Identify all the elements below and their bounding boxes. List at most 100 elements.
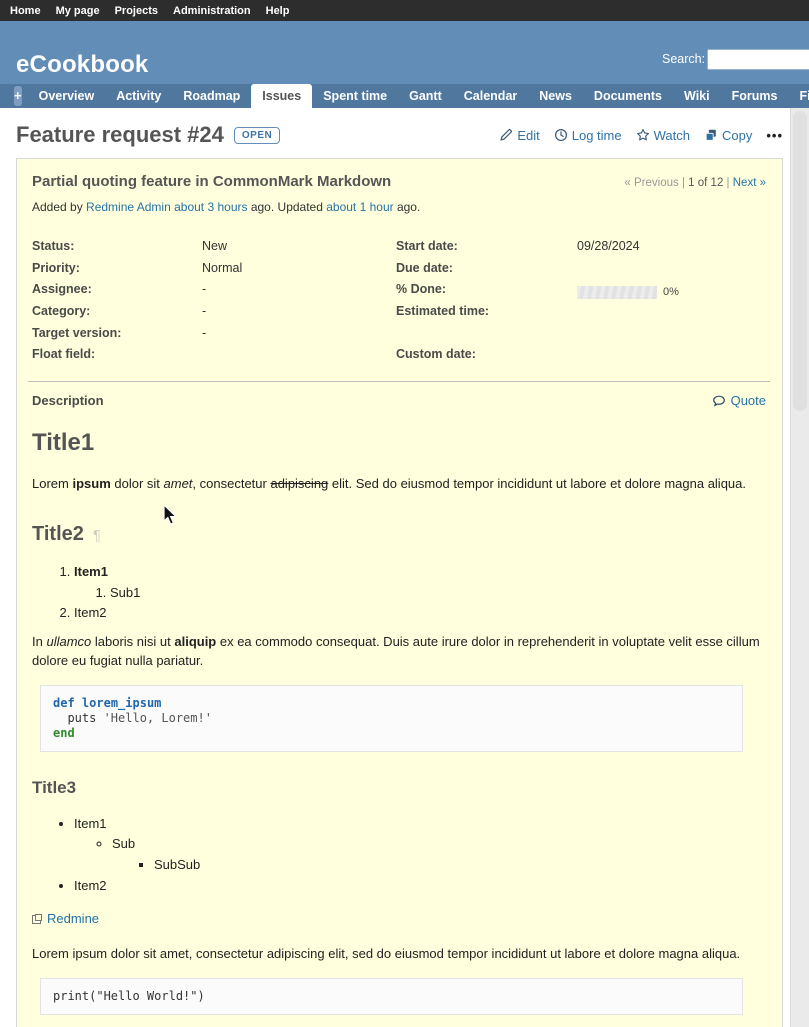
- tab-calendar[interactable]: Calendar: [453, 84, 529, 108]
- list-item: Item2: [74, 604, 766, 623]
- progress-bar: [577, 286, 657, 299]
- start-date-value: 09/28/2024: [577, 238, 766, 260]
- quote-button[interactable]: Quote: [712, 393, 766, 408]
- project-header: eCookbook Search:: [0, 21, 809, 84]
- copy-label: Copy: [722, 128, 752, 143]
- issue-title: Feature request #24: [16, 122, 224, 148]
- tab-news[interactable]: News: [528, 84, 583, 108]
- more-actions-button[interactable]: •••: [766, 128, 783, 143]
- watch-label: Watch: [654, 128, 690, 143]
- updated-text: ago. Updated: [248, 200, 327, 214]
- top-menu-bar: Home My page Projects Administration Hel…: [0, 0, 809, 21]
- star-icon: [636, 128, 650, 142]
- status-badge: OPEN: [234, 127, 280, 144]
- top-menu-home[interactable]: Home: [10, 5, 41, 17]
- priority-value: Normal: [202, 260, 396, 282]
- priority-label: Priority:: [32, 260, 202, 282]
- list-item: SubSub: [154, 856, 766, 875]
- next-link[interactable]: Next »: [733, 177, 766, 189]
- previous-link-disabled: « Previous: [624, 177, 678, 189]
- pager-separator: |: [682, 177, 685, 189]
- tab-issues[interactable]: Issues: [251, 84, 312, 108]
- search-label: Search:: [662, 52, 705, 66]
- percent-done-cell: 0%: [577, 281, 766, 303]
- issue-subject: Partial quoting feature in CommonMark Ma…: [32, 173, 391, 190]
- issue-toolbar: Edit Log time Watch Copy •••: [499, 128, 783, 143]
- float-field-value: [202, 346, 396, 368]
- quote-label: Quote: [731, 393, 766, 408]
- external-link-icon: [32, 914, 42, 924]
- empty-cell: [577, 325, 766, 347]
- ordered-list: Item1 Sub1 Item2: [32, 563, 766, 624]
- wiki-heading-title1: Title1: [32, 426, 766, 461]
- clock-icon: [554, 128, 568, 142]
- log-time-button[interactable]: Log time: [554, 128, 622, 143]
- pager-position: 1 of 12: [688, 177, 723, 189]
- wiki-heading-title3: Title3: [32, 776, 766, 801]
- percent-done-label: % Done:: [396, 281, 577, 303]
- target-version-label: Target version:: [32, 325, 202, 347]
- top-menu-my-page[interactable]: My page: [56, 5, 100, 17]
- added-by-text: Added by: [32, 200, 86, 214]
- issue-details-box: Partial quoting feature in CommonMark Ma…: [16, 158, 783, 1027]
- created-ago-link[interactable]: about 3 hours: [174, 200, 247, 214]
- description-label: Description: [32, 393, 104, 408]
- updated-ago-link[interactable]: about 1 hour: [326, 200, 393, 214]
- wiki-paragraph-1: Lorem ipsum dolor sit amet, consectetur …: [32, 475, 766, 494]
- category-value: -: [202, 303, 396, 325]
- list-item: Sub1: [110, 584, 766, 603]
- due-date-label: Due date:: [396, 260, 577, 282]
- tab-activity[interactable]: Activity: [105, 84, 172, 108]
- heading-anchor-icon[interactable]: ¶: [93, 527, 101, 544]
- issue-attributes: Status: New Start date: 09/28/2024 Prior…: [32, 238, 766, 368]
- custom-date-label: Custom date:: [396, 346, 577, 368]
- tab-files[interactable]: Files: [788, 84, 809, 108]
- vertical-scrollbar[interactable]: [790, 108, 809, 1027]
- status-value: New: [202, 238, 396, 260]
- tab-wiki[interactable]: Wiki: [673, 84, 721, 108]
- main-menu-tabs: + Overview Activity Roadmap Issues Spent…: [0, 84, 809, 108]
- attributes-divider: [28, 381, 770, 382]
- new-object-button[interactable]: +: [14, 86, 22, 106]
- project-title: eCookbook: [16, 51, 148, 79]
- category-label: Category:: [32, 303, 202, 325]
- issue-description: Title1 Lorem ipsum dolor sit amet, conse…: [32, 426, 766, 1027]
- watch-button[interactable]: Watch: [636, 128, 690, 143]
- estimated-time-value: [577, 303, 766, 325]
- list-item: Item2: [74, 877, 766, 896]
- copy-button[interactable]: Copy: [704, 128, 752, 143]
- copy-icon: [704, 128, 718, 142]
- tab-spent-time[interactable]: Spent time: [312, 84, 398, 108]
- author-link[interactable]: Redmine Admin: [86, 200, 171, 214]
- wiki-heading-title2: Title2¶: [32, 520, 766, 549]
- tab-forums[interactable]: Forums: [721, 84, 789, 108]
- custom-date-value: [577, 346, 766, 368]
- edit-label: Edit: [517, 128, 539, 143]
- quote-bubble-icon: [712, 394, 726, 408]
- list-item: Item1 Sub SubSub: [74, 815, 766, 876]
- top-menu-help[interactable]: Help: [266, 5, 290, 17]
- code-block-ruby: def lorem_ipsum puts 'Hello, Lorem!' end: [40, 685, 743, 752]
- empty-cell: [396, 325, 577, 347]
- top-menu-projects[interactable]: Projects: [115, 5, 158, 17]
- tab-documents[interactable]: Documents: [583, 84, 673, 108]
- assignee-value: -: [202, 281, 396, 303]
- content-area: Feature request #24 OPEN Edit Log time W…: [0, 108, 809, 1027]
- tab-overview[interactable]: Overview: [28, 84, 106, 108]
- tab-roadmap[interactable]: Roadmap: [172, 84, 251, 108]
- wiki-paragraph-3: Lorem ipsum dolor sit amet, consectetur …: [32, 945, 766, 964]
- edit-button[interactable]: Edit: [499, 128, 539, 143]
- code-block-plain: print("Hello World!"): [40, 978, 743, 1015]
- assignee-label: Assignee:: [32, 281, 202, 303]
- ago-text: ago.: [394, 200, 421, 214]
- status-label: Status:: [32, 238, 202, 260]
- scrollbar-thumb[interactable]: [793, 111, 807, 411]
- top-menu-administration[interactable]: Administration: [173, 5, 251, 17]
- search-input[interactable]: [707, 49, 809, 70]
- list-item: Item1 Sub1: [74, 563, 766, 603]
- tab-gantt[interactable]: Gantt: [398, 84, 453, 108]
- external-link-redmine[interactable]: Redmine: [32, 910, 99, 929]
- float-field-label: Float field:: [32, 346, 202, 368]
- wiki-paragraph-2: In ullamco laboris nisi ut aliquip ex ea…: [32, 633, 766, 671]
- log-time-label: Log time: [572, 128, 622, 143]
